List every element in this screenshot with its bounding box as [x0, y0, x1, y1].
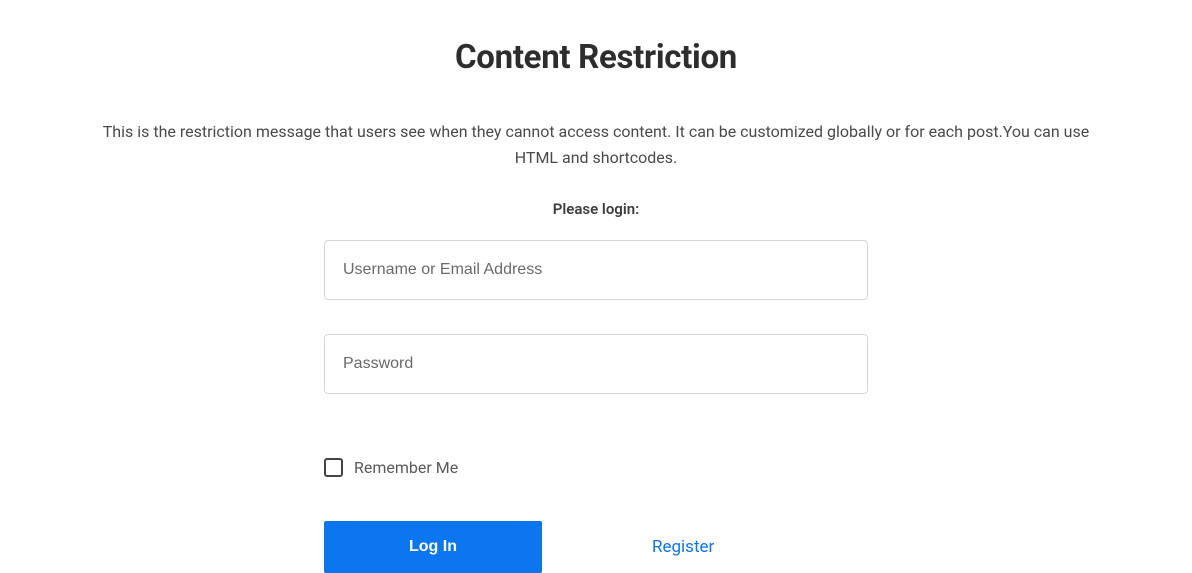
- remember-row: Remember Me: [324, 458, 868, 477]
- form-actions: Log In Register: [324, 521, 868, 573]
- page-title: Content Restriction: [0, 38, 1192, 77]
- login-prompt: Please login:: [0, 200, 1192, 218]
- login-button[interactable]: Log In: [324, 521, 542, 573]
- content-restriction-page: Content Restriction This is the restrict…: [0, 0, 1192, 573]
- password-input[interactable]: [324, 334, 868, 394]
- remember-checkbox[interactable]: [324, 458, 343, 477]
- login-form: Remember Me Log In Register: [324, 240, 868, 573]
- username-input[interactable]: [324, 240, 868, 300]
- restriction-message: This is the restriction message that use…: [66, 119, 1126, 170]
- remember-label[interactable]: Remember Me: [354, 458, 458, 477]
- register-link[interactable]: Register: [652, 537, 714, 557]
